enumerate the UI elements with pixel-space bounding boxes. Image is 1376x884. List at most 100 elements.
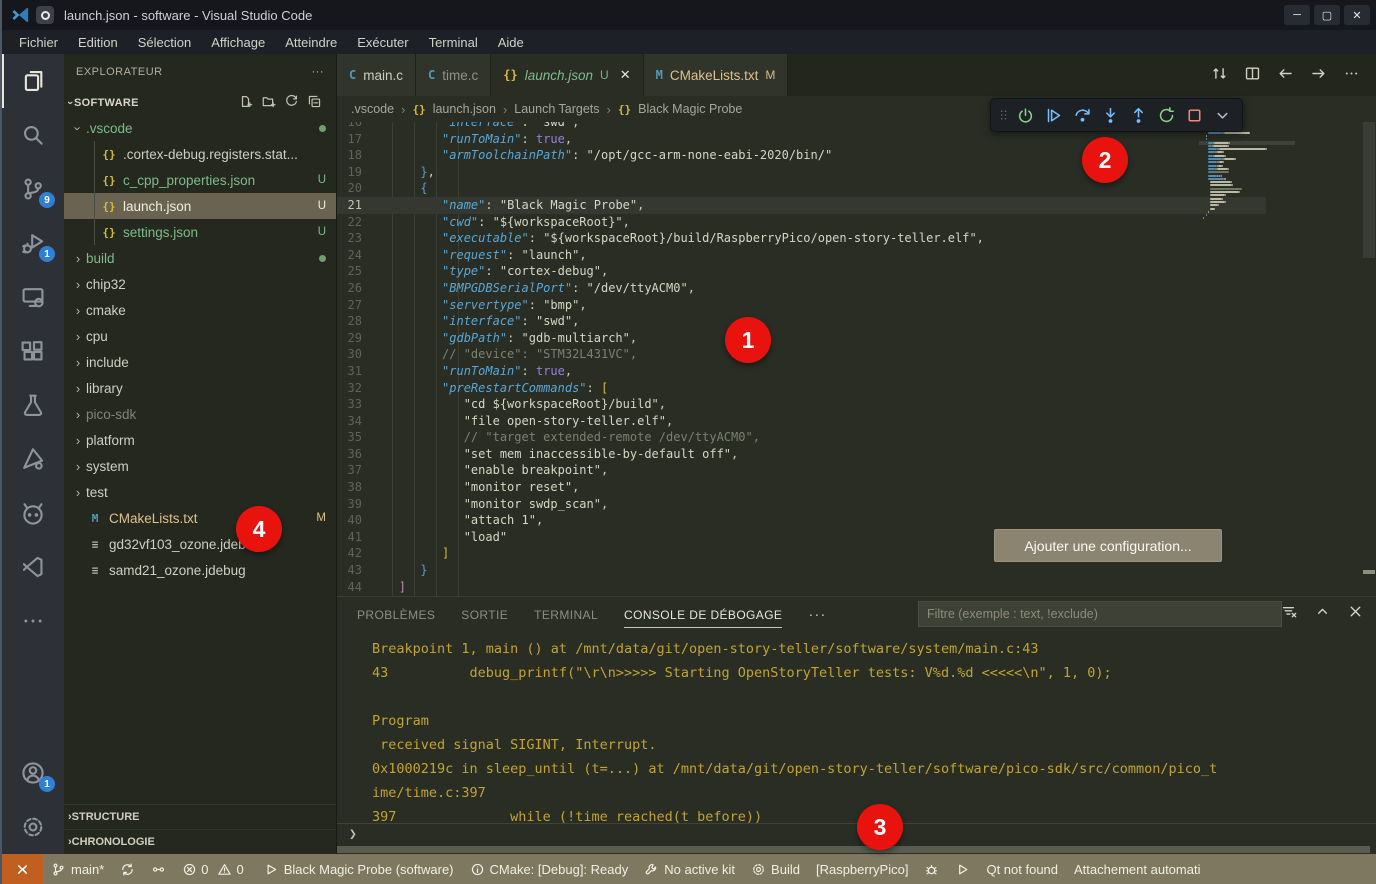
tab-cmakelists-txt[interactable]: MCMakeLists.txtM xyxy=(644,54,789,96)
tree-item-cpu[interactable]: ›cpu xyxy=(64,323,336,349)
close-button[interactable]: ✕ xyxy=(1344,5,1370,25)
menu-terminal[interactable]: Terminal xyxy=(420,33,487,52)
panel-tab-sortie[interactable]: SORTIE xyxy=(461,601,508,628)
section-chronologie[interactable]: ›CHRONOLOGIE xyxy=(64,829,336,854)
add-configuration-button[interactable]: Ajouter une configuration... xyxy=(994,529,1222,562)
tree-item-pico-sdk[interactable]: ›pico-sdk xyxy=(64,401,336,427)
power-button[interactable] xyxy=(1013,102,1039,128)
status-cmake-status[interactable]: CMake: [Debug]: Ready xyxy=(462,854,637,884)
toolbar-gripper[interactable] xyxy=(997,108,1011,122)
horizontal-scrollbar[interactable] xyxy=(337,845,1376,854)
tree-item-library[interactable]: ›library xyxy=(64,375,336,401)
tree-item-launch.json[interactable]: {}launch.jsonU xyxy=(64,193,336,219)
status-git-compare[interactable] xyxy=(143,854,174,884)
status-git-branch[interactable]: main* xyxy=(43,854,112,884)
activity-remote-explorer[interactable] xyxy=(2,270,64,324)
panel-more-actions[interactable]: ··· xyxy=(808,606,826,623)
status-problems[interactable]: 00 xyxy=(174,854,255,884)
workspace-section-header[interactable]: › SOFTWARE xyxy=(64,90,336,115)
tree-item-cmake[interactable]: ›cmake xyxy=(64,297,336,323)
activity-cmake[interactable] xyxy=(2,432,64,486)
tab-launch-json[interactable]: {}launch.jsonU✕ xyxy=(491,54,643,96)
restart-button[interactable] xyxy=(1153,102,1179,128)
more-button[interactable] xyxy=(1343,65,1360,85)
tree-item-chip32[interactable]: ›chip32 xyxy=(64,271,336,297)
status-cmake-build[interactable]: Build xyxy=(743,854,808,884)
status-run-target[interactable] xyxy=(947,854,978,884)
stop-button[interactable] xyxy=(1182,102,1208,128)
tab-time-c[interactable]: Ctime.c xyxy=(416,54,491,96)
activity-testing[interactable] xyxy=(2,378,64,432)
activity-more-views[interactable] xyxy=(2,594,64,648)
activity-source-control[interactable]: 9 xyxy=(2,162,64,216)
activity-explorer[interactable] xyxy=(2,54,64,108)
menu-fichier[interactable]: Fichier xyxy=(10,33,67,52)
menu-affichage[interactable]: Affichage xyxy=(202,33,274,52)
menu-executer[interactable]: Exécuter xyxy=(348,33,417,52)
breadcrumb-item[interactable]: Launch Targets xyxy=(514,102,599,116)
step-into-button[interactable] xyxy=(1097,102,1123,128)
tree-item-samd21_ozone.jdebug[interactable]: ≡samd21_ozone.jdebug xyxy=(64,557,336,583)
close-tab-icon[interactable]: ✕ xyxy=(620,67,631,83)
activity-accounts[interactable]: 1 xyxy=(2,746,64,800)
tree-item-gd32vf103_ozone.jdebug[interactable]: ≡gd32vf103_ozone.jdebug xyxy=(64,531,336,557)
panel-tab-console-de-de-bogage[interactable]: CONSOLE DE DÉBOGAGE xyxy=(624,601,782,628)
section-structure[interactable]: ›STRUCTURE xyxy=(64,804,336,829)
status-sync[interactable] xyxy=(112,854,143,884)
status-auto-attach[interactable]: Attachement automati xyxy=(1066,854,1208,884)
vertical-scrollbar[interactable] xyxy=(1362,122,1376,596)
tree-item-.vscode[interactable]: ›.vscode xyxy=(64,115,336,141)
activity-vs-tools[interactable] xyxy=(2,540,64,594)
tree-item-platform[interactable]: ›platform xyxy=(64,427,336,453)
split-editor-button[interactable] xyxy=(1244,65,1261,85)
arrow-right-button[interactable] xyxy=(1310,65,1327,85)
chevron-up-button[interactable] xyxy=(1314,603,1331,623)
panel-tab-proble-mes[interactable]: PROBLÈMES xyxy=(357,601,435,628)
activity-settings[interactable] xyxy=(2,800,64,854)
tree-item-build[interactable]: ›build xyxy=(64,245,336,271)
debug-console-filter-input[interactable] xyxy=(918,601,1282,627)
filter-clear-button[interactable] xyxy=(1281,603,1298,623)
open-changes-button[interactable] xyxy=(1211,65,1228,85)
status-debug-target[interactable] xyxy=(916,854,947,884)
status-debug-config[interactable]: Black Magic Probe (software) xyxy=(256,854,462,884)
tree-item-.cortex-debug.registers.stat...[interactable]: {}.cortex-debug.registers.stat... xyxy=(64,141,336,167)
tree-item-system[interactable]: ›system xyxy=(64,453,336,479)
minimize-button[interactable]: ─ xyxy=(1284,5,1310,25)
status-launch-target[interactable]: [RaspberryPico] xyxy=(808,854,916,884)
tab-main-c[interactable]: Cmain.c xyxy=(337,54,416,96)
tree-item-cmakelists.txt[interactable]: MCMakeLists.txtM xyxy=(64,505,336,531)
breadcrumb-item[interactable]: launch.json xyxy=(433,102,496,116)
menu-aide[interactable]: Aide xyxy=(489,33,533,52)
maximize-button[interactable]: ▢ xyxy=(1314,5,1340,25)
chevron-down-button[interactable] xyxy=(1210,102,1236,128)
continue-button[interactable] xyxy=(1041,102,1067,128)
new-file-button[interactable] xyxy=(238,94,253,112)
tree-item-c_cpp_properties.json[interactable]: {}c_cpp_properties.jsonU xyxy=(64,167,336,193)
sidebar-more-actions[interactable]: ··· xyxy=(312,66,325,78)
menu-selection[interactable]: Sélection xyxy=(129,33,200,52)
status-cmake-kit[interactable]: No active kit xyxy=(636,854,743,884)
minimap[interactable] xyxy=(1199,122,1295,322)
menu-edition[interactable]: Edition xyxy=(69,33,127,52)
activity-search[interactable] xyxy=(2,108,64,162)
arrow-left-button[interactable] xyxy=(1277,65,1294,85)
breadcrumb-item[interactable]: .vscode xyxy=(351,102,394,116)
activity-extensions[interactable] xyxy=(2,324,64,378)
tree-item-include[interactable]: ›include xyxy=(64,349,336,375)
step-out-button[interactable] xyxy=(1125,102,1151,128)
collapse-all-button[interactable] xyxy=(307,94,322,112)
new-folder-button[interactable] xyxy=(261,94,276,112)
code-editor[interactable]: 16 "interface": "swd",17 "runToMain": tr… xyxy=(337,122,1376,596)
panel-tab-terminal[interactable]: TERMINAL xyxy=(534,601,598,628)
refresh-button[interactable] xyxy=(284,94,299,112)
menu-atteindre[interactable]: Atteindre xyxy=(276,33,346,52)
step-over-button[interactable] xyxy=(1069,102,1095,128)
activity-platformio[interactable] xyxy=(2,486,64,540)
tree-item-test[interactable]: ›test xyxy=(64,479,336,505)
activity-run-debug[interactable]: 1 xyxy=(2,216,64,270)
tree-item-settings.json[interactable]: {}settings.jsonU xyxy=(64,219,336,245)
close-button[interactable] xyxy=(1347,603,1364,623)
status-remote-indicator[interactable] xyxy=(2,854,43,884)
breadcrumb-item[interactable]: Black Magic Probe xyxy=(638,102,742,116)
